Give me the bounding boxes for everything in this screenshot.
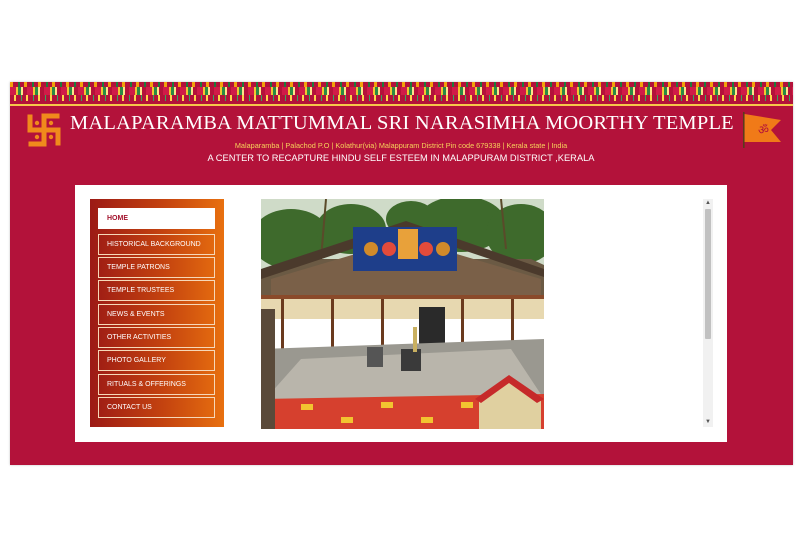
nav-historical-background[interactable]: HISTORICAL BACKGROUND	[98, 234, 215, 255]
decorative-border	[10, 82, 793, 106]
site-frame: MALAPARAMBA MATTUMMAL SRI NARASIMHA MOOR…	[10, 82, 793, 465]
scrollbar-thumb[interactable]	[705, 209, 711, 339]
nav-home[interactable]: HOME	[98, 208, 215, 229]
nav-news-events[interactable]: NEWS & EVENTS	[98, 304, 215, 325]
nav-other-activities[interactable]: OTHER ACTIVITIES	[98, 327, 215, 348]
nav-contact-us[interactable]: CONTACT US	[98, 397, 215, 418]
om-flag-icon: ॐ	[743, 112, 781, 148]
nav-rituals-offerings[interactable]: RITUALS & OFFERINGS	[98, 374, 215, 395]
content-scrollbar[interactable]: ▲ ▼	[703, 199, 713, 427]
nav-temple-trustees[interactable]: TEMPLE TRUSTEES	[98, 280, 215, 301]
swastika-icon	[27, 113, 61, 147]
site-tagline: A CENTER TO RECAPTURE HINDU SELF ESTEEM …	[207, 153, 595, 163]
side-navigation: HOME HISTORICAL BACKGROUND TEMPLE PATRON…	[90, 199, 224, 427]
site-address: Malaparamba | Palachod P.O | Kolathur(vi…	[234, 141, 568, 150]
scroll-up-icon[interactable]: ▲	[703, 199, 713, 208]
svg-text:ॐ: ॐ	[758, 123, 769, 137]
temple-photo	[261, 199, 544, 429]
site-title: MALAPARAMBA MATTUMMAL SRI NARASIMHA MOOR…	[70, 112, 734, 134]
content-panel: HOME HISTORICAL BACKGROUND TEMPLE PATRON…	[75, 185, 727, 442]
nav-temple-patrons[interactable]: TEMPLE PATRONS	[98, 257, 215, 278]
nav-photo-gallery[interactable]: PHOTO GALLERY	[98, 350, 215, 371]
scroll-down-icon[interactable]: ▼	[703, 418, 713, 427]
